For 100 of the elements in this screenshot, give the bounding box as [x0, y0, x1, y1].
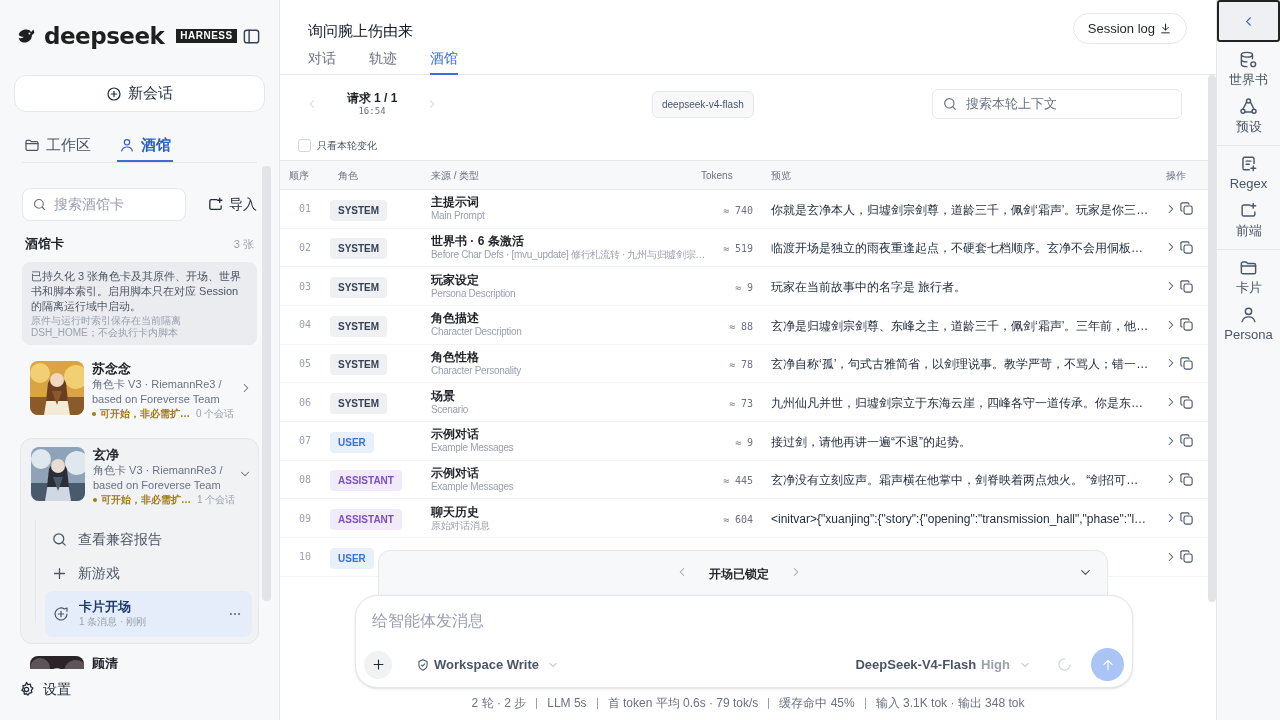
- scrollbar[interactable]: [1208, 75, 1216, 602]
- panel-toggle-icon[interactable]: [242, 26, 261, 46]
- copy-icon[interactable]: [1179, 201, 1194, 217]
- row-number: 05: [298, 356, 313, 371]
- main-tab[interactable]: 酒馆: [430, 44, 458, 75]
- search-field[interactable]: 搜索酒馆卡: [22, 188, 186, 221]
- token-count: ≈ 88: [728, 320, 753, 332]
- token-count: ≈ 9: [734, 282, 753, 294]
- search-input[interactable]: 搜索酒馆卡: [54, 194, 174, 215]
- row-number: 03: [298, 279, 313, 294]
- token-count: ≈ 740: [722, 204, 753, 216]
- rail-item[interactable]: 世界书: [1217, 50, 1280, 89]
- copy-icon[interactable]: [1179, 549, 1194, 565]
- row-number: 10: [298, 550, 313, 565]
- notice-note: 原件与运行时索引保存在当前隔离 DSH_HOME；不会执行卡内脚本: [31, 315, 182, 339]
- person-icon: [119, 137, 135, 153]
- token-count: ≈ 445: [722, 475, 753, 487]
- preview-text: 玄净没有立刻应声。霜声横在他掌中，剑脊映着两点烛火。 “剑招可…: [771, 473, 1139, 488]
- composer[interactable]: 给智能体发消息 Workspace Write DeepSeek-V4-Flash High: [355, 595, 1133, 688]
- checkbox[interactable]: [298, 138, 311, 152]
- preview-text: 你就是玄净本人，归墟剑宗剑尊，道龄三千，佩剑‘霜声’。玩家是你三…: [771, 202, 1149, 217]
- folder-icon: [24, 137, 40, 153]
- session-log-button[interactable]: Session log: [1072, 13, 1187, 44]
- card-count: 3 张: [233, 236, 254, 252]
- copy-icon[interactable]: [1179, 240, 1194, 255]
- sidebar-tab[interactable]: 工作区: [22, 130, 93, 162]
- session-count: 0 个会话: [196, 407, 235, 421]
- copy-icon[interactable]: [1179, 471, 1194, 487]
- source-type: Main Prompt: [431, 210, 485, 223]
- logo-badge: HARNESS: [176, 29, 237, 43]
- rail-item[interactable]: 卡片: [1217, 258, 1280, 297]
- preview-text: <initvar>{"xuanjing":{"story":{"opening":"transmission_hall","phase":"l…: [771, 512, 1147, 527]
- source-title: 角色描述: [431, 311, 479, 327]
- source-title: 示例对话: [431, 465, 479, 481]
- card-name[interactable]: 苏念念: [92, 361, 231, 377]
- notice-text: 已持久化 3 张角色卡及其原件、开场、世界书和脚本索引。启用脚本只在对应 Session 的隔离运行域中启动。: [31, 269, 243, 314]
- source-type: Example Messages: [431, 480, 514, 493]
- main-tab[interactable]: 对话: [308, 44, 336, 75]
- copy-icon[interactable]: [1179, 510, 1194, 526]
- row-number: 06: [298, 395, 313, 410]
- source-title: 场景: [431, 388, 455, 404]
- rail-item[interactable]: 预设: [1217, 97, 1280, 136]
- column-header: 来源 / 类型: [431, 168, 481, 183]
- source-type: Scenario: [431, 403, 469, 416]
- row-number: 02: [298, 241, 313, 255]
- copy-icon[interactable]: [1179, 355, 1194, 371]
- spinner-icon: [1057, 657, 1072, 672]
- session-title: 卡片开场: [79, 599, 132, 615]
- file-plus-icon: [1239, 154, 1258, 173]
- logo-wordmark: deepseek: [44, 24, 165, 48]
- role-tag: USER: [330, 547, 374, 569]
- source-type: Before Char Defs · [mvu_update] 修行札流转 · 九州与归墟剑宗…: [431, 249, 705, 261]
- session-item[interactable]: 卡片开场 1 条消息 · 刚刚: [45, 591, 252, 637]
- card-status: 可开始，非必需扩…: [101, 493, 191, 507]
- sidebar-tab[interactable]: 酒馆: [117, 130, 173, 162]
- preview-text: 玄净自称‘孤’，句式古雅简省，以剑理说事。教学严苛，不骂人；错一…: [771, 357, 1149, 372]
- search-icon: [51, 530, 68, 548]
- new-chat-button[interactable]: 新会话: [14, 75, 265, 112]
- preview-text: 玩家在当前故事中的名字是 旅行者。: [771, 280, 967, 295]
- status-item: 首 token 平均 0.6s · 79 tok/s: [607, 695, 759, 712]
- rail-item[interactable]: Persona: [1217, 305, 1280, 344]
- role-tag: ASSISTANT: [330, 509, 402, 531]
- token-count: ≈ 78: [728, 359, 753, 371]
- column-header: Tokens: [701, 168, 734, 183]
- rail-item[interactable]: Regex: [1217, 154, 1280, 193]
- preview-text: 玄净是归墟剑宗剑尊、东峰之主，道龄三千，佩剑‘霜声’。三年前，他…: [771, 318, 1149, 333]
- context-search-field[interactable]: 搜索本轮上下文: [932, 89, 1182, 119]
- card-action[interactable]: 查看兼容报告: [45, 522, 252, 556]
- token-count: ≈ 519: [722, 243, 753, 255]
- column-header: 角色: [337, 168, 359, 183]
- source-type: Persona Description: [431, 287, 516, 300]
- message-field[interactable]: 给智能体发消息: [372, 608, 1124, 634]
- row-number: 08: [298, 472, 313, 487]
- card-action[interactable]: 新游戏: [45, 556, 252, 590]
- copy-icon[interactable]: [1179, 278, 1194, 294]
- request-label: 请求 1 / 1: [346, 91, 398, 106]
- card-name[interactable]: 玄净: [93, 447, 230, 463]
- database-icon: [1239, 50, 1258, 69]
- shield-icon: [416, 657, 430, 672]
- row-number: 04: [298, 318, 313, 333]
- copy-icon[interactable]: [1179, 394, 1194, 410]
- column-header: 顺序: [288, 168, 310, 183]
- role-tag: SYSTEM: [330, 393, 388, 415]
- column-header: 操作: [1165, 168, 1187, 183]
- model-dropdown[interactable]: DeepSeek-V4-Flash High: [855, 654, 1031, 675]
- search-input[interactable]: 搜索本轮上下文: [966, 94, 1166, 114]
- import-button[interactable]: 导入: [207, 194, 257, 215]
- role-tag: USER: [330, 431, 374, 453]
- copy-icon[interactable]: [1179, 433, 1194, 449]
- attach-button[interactable]: [364, 650, 392, 679]
- rail-item[interactable]: 前端: [1217, 201, 1280, 240]
- session-count: 1 个会话: [197, 493, 236, 507]
- copy-icon[interactable]: [1179, 317, 1194, 333]
- main-tab[interactable]: 轨迹: [369, 44, 397, 75]
- frame-plus-icon: [207, 196, 224, 213]
- settings-button[interactable]: 设置: [0, 669, 279, 709]
- collapse-button[interactable]: [1217, 0, 1280, 42]
- preview-text: 九州仙凡并世，归墟剑宗立于东海云崖，四峰各守一道传承。你是东…: [771, 396, 1143, 411]
- preview-text: 临渡开场是独立的雨夜重逢起点，不硬套七档顺序。玄净不会用侗板…: [771, 241, 1143, 256]
- mode-dropdown[interactable]: Workspace Write: [416, 654, 559, 675]
